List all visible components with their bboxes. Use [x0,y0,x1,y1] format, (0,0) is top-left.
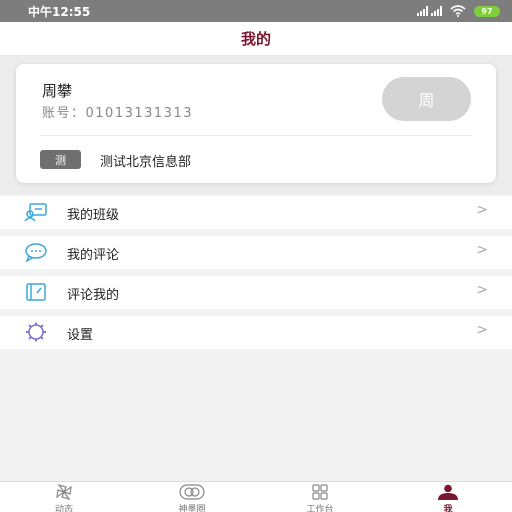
circles-icon [179,484,205,500]
page-title: 我的 [240,30,271,48]
menu-item-my-class[interactable]: 我的班级 > [0,196,512,229]
nav-tab-workbench[interactable]: 工作台 [256,482,384,512]
nav-label: 工作台 [306,505,334,512]
org-badge: 测 [40,150,81,169]
chevron-right-icon: > [476,322,488,338]
org-name: 测试北京信息部 [100,155,192,170]
person-icon [438,484,458,500]
nav-label: 动态 [54,505,73,512]
menu-item-settings[interactable]: 设置 > [0,316,512,349]
grid-icon [312,484,328,500]
nav-label: 我 [443,505,453,512]
org-badge-text: 测 [55,153,66,167]
profile-card[interactable]: 周攀 账号：01013131313 周 测 测试北京信息部 [16,64,496,183]
status-icons: 97 [417,5,500,17]
nav-tab-circle[interactable]: 神墨圈 [128,482,256,512]
user-name: 周攀 [42,82,73,100]
battery-level: 97 [481,6,493,16]
avatar[interactable]: 周 [382,77,471,121]
menu-label: 我的评论 [67,248,120,263]
wifi-icon [450,5,466,17]
class-icon [24,203,47,222]
avatar-text: 周 [418,91,435,110]
card-divider [40,135,472,136]
chevron-right-icon: > [476,202,488,218]
chat-bubble-icon [25,243,47,262]
menu-label: 我的班级 [67,208,120,223]
account-row: 账号：01013131313 [42,102,193,121]
status-bar: 中午12:55 97 [0,0,512,22]
gear-icon [26,322,46,342]
menu-label: 评论我的 [67,288,120,303]
nav-tab-feed[interactable]: 动态 [0,482,128,512]
menu-item-my-comments[interactable]: 我的评论 > [0,236,512,269]
nav-label: 神墨圈 [178,505,206,512]
menu-item-comments-on-me[interactable]: 评论我的 > [0,276,512,309]
notebook-icon [26,283,46,301]
account-label: 账号： [42,106,86,121]
chevron-right-icon: > [476,282,488,298]
title-bar: 我的 [0,22,512,56]
account-number: 01013131313 [85,106,193,121]
signal-icon [417,6,442,16]
nav-tab-me[interactable]: 我 [384,482,512,512]
battery-icon: 97 [474,5,500,17]
pinwheel-icon [56,484,72,500]
chevron-right-icon: > [476,242,488,258]
bottom-nav: 动态 神墨圈 工作台 我 [0,481,512,512]
status-time: 中午12:55 [28,4,91,19]
menu-label: 设置 [67,328,94,343]
